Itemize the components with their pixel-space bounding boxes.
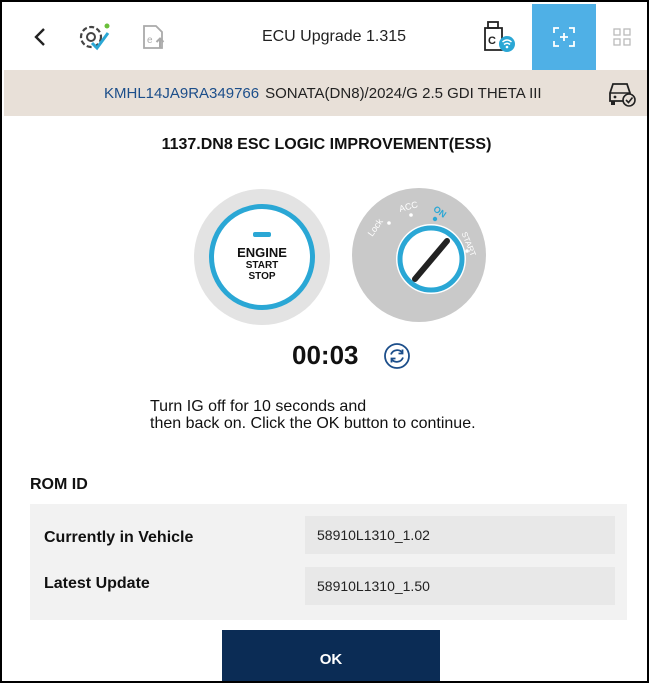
engine-start-stop-face: ENGINE START STOP: [209, 204, 315, 310]
engine-label: ENGINE: [237, 245, 287, 260]
current-version-label: Currently in Vehicle: [44, 529, 194, 546]
instruction-line-1: Turn IG off for 10 seconds and: [150, 398, 367, 415]
instruction-text: Turn IG off for 10 seconds and then back…: [150, 398, 476, 432]
scan-bracket-icon: [553, 27, 575, 47]
grid-icon: [613, 28, 631, 46]
vehicle-info-bar: KMHL14JA9RA349766 SONATA(DN8)/2024/G 2.5…: [4, 70, 647, 116]
vehicle-check-icon[interactable]: [606, 79, 636, 107]
vci-button[interactable]: C: [476, 4, 520, 70]
start-label: START: [245, 260, 279, 271]
stop-label: STOP: [248, 271, 276, 282]
latest-version-label: Latest Update: [44, 575, 150, 592]
page-title: ECU Upgrade 1.315: [261, 28, 407, 45]
vci-wireless-icon: C: [484, 21, 515, 52]
svg-text:C: C: [488, 35, 496, 47]
instruction-line-2: then back on. Click the OK button to con…: [150, 415, 476, 432]
ignition-key-graphic: Lock ACC ON START: [352, 188, 486, 322]
back-button[interactable]: [20, 4, 60, 70]
scan-button[interactable]: [532, 4, 596, 70]
svg-text:e: e: [147, 35, 153, 46]
latest-version-value: 58910L1310_1.50: [305, 567, 615, 605]
diagnosis-button[interactable]: [74, 4, 114, 70]
app-frame: e ECU Upgrade 1.315 C KMHL14JA9RA349766 …: [0, 0, 649, 683]
ecu-upgrade-icon: e: [143, 25, 165, 49]
diagnosis-check-icon: [79, 23, 110, 51]
countdown-timer: 00:03: [292, 340, 359, 370]
procedure-title: 1137.DN8 ESC LOGIC IMPROVEMENT(ESS): [161, 136, 492, 153]
vin-number: KMHL14JA9RA349766: [104, 84, 260, 102]
engine-start-stop-graphic: ENGINE START STOP: [194, 189, 330, 325]
rom-id-heading: ROM ID: [30, 476, 88, 493]
vehicle-model: SONATA(DN8)/2024/G 2.5 GDI THETA III: [265, 84, 542, 102]
grid-button[interactable]: [602, 4, 642, 70]
top-bar: e ECU Upgrade 1.315 C: [4, 4, 647, 70]
rom-id-table: Currently in Vehicle 58910L1310_1.02 Lat…: [30, 504, 627, 620]
ecu-upgrade-button[interactable]: e: [134, 4, 174, 70]
current-version-value: 58910L1310_1.02: [305, 516, 615, 554]
engine-indicator-led: [253, 232, 271, 237]
refresh-icon[interactable]: [383, 342, 411, 370]
ok-button[interactable]: OK: [222, 630, 440, 681]
chevron-left-icon: [34, 28, 45, 46]
vehicle-info: KMHL14JA9RA349766 SONATA(DN8)/2024/G 2.5…: [104, 70, 542, 116]
